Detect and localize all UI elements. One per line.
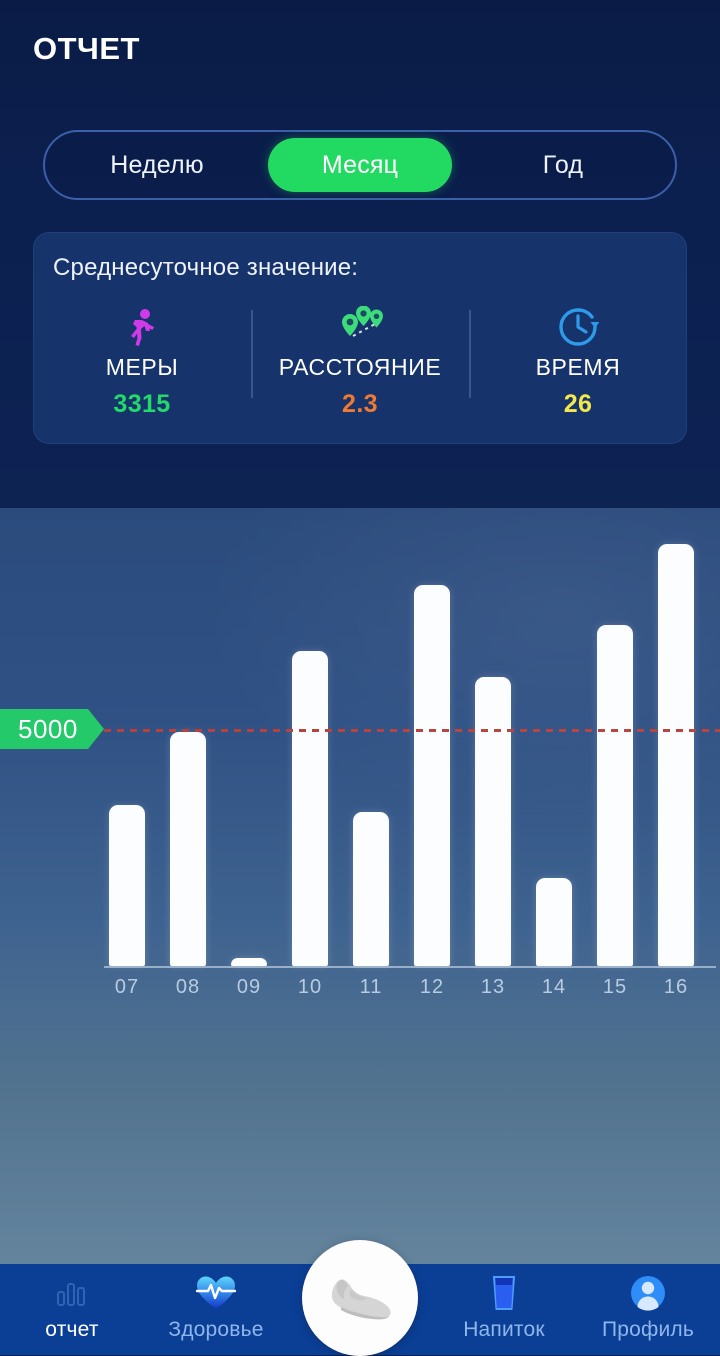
metric-time-label: ВРЕМЯ <box>535 354 621 380</box>
nav-item-health[interactable]: Здоровье <box>144 1264 288 1355</box>
metric-time-value: 26 <box>563 390 593 418</box>
chart-bar[interactable] <box>109 804 145 966</box>
clock-refresh-icon <box>557 306 599 348</box>
chart-bar[interactable] <box>597 624 633 966</box>
chart-x-label: 16 <box>663 976 689 998</box>
start-activity-button[interactable] <box>302 1240 418 1356</box>
chart-bar[interactable] <box>353 812 389 966</box>
bar-chart-icon <box>55 1272 89 1314</box>
chart-area: 5000 07080910111213141516 МЕРЫ КАЛОРИИ Р… <box>0 508 720 1264</box>
chart-x-label: 12 <box>419 976 445 998</box>
chart-x-label: 07 <box>114 976 140 998</box>
nav-label-health: Здоровье <box>168 1318 264 1341</box>
goal-badge: 5000 <box>0 709 104 749</box>
goal-badge-tip <box>87 709 104 749</box>
metric-distance-label: РАССТОЯНИЕ <box>278 354 442 380</box>
chart-bar[interactable] <box>475 677 511 966</box>
chart-x-label: 14 <box>541 976 567 998</box>
chart-x-label: 10 <box>297 976 323 998</box>
goal-badge-label: 5000 <box>0 709 88 749</box>
metric-distance-value: 2.3 <box>342 390 378 418</box>
person-icon <box>629 1272 667 1314</box>
chart-x-label: 09 <box>236 976 262 998</box>
nav-label-report: отчет <box>45 1318 99 1341</box>
heart-pulse-icon <box>195 1272 237 1314</box>
period-option-week[interactable]: Неделю <box>52 138 262 192</box>
nav-label-drink: Напиток <box>463 1318 545 1341</box>
metric-steps[interactable]: МЕРЫ 3315 <box>33 306 251 431</box>
page-title: ОТЧЕТ <box>33 31 140 66</box>
chart-x-label: 13 <box>480 976 506 998</box>
metric-time[interactable]: ВРЕМЯ 26 <box>469 306 687 431</box>
goal-line <box>104 729 720 732</box>
water-glass-icon <box>488 1272 520 1314</box>
top-panel: ОТЧЕТ Неделю Месяц Год Среднесуточное зн… <box>0 0 720 508</box>
nav-label-profile: Профиль <box>601 1318 695 1341</box>
chart-x-label: 11 <box>359 976 383 998</box>
chart-bar[interactable] <box>658 544 694 966</box>
average-daily-title: Среднесуточное значение: <box>53 254 359 281</box>
chart-bar[interactable] <box>292 651 328 966</box>
chart-bar[interactable] <box>170 731 206 966</box>
running-person-icon <box>126 306 158 348</box>
x-axis-line <box>104 966 716 968</box>
chart-bar[interactable] <box>536 878 572 966</box>
chart-bar[interactable] <box>231 958 267 966</box>
map-pins-icon <box>333 306 387 348</box>
shoe-icon <box>323 1267 397 1330</box>
chart-x-label: 15 <box>602 976 628 998</box>
period-switch[interactable]: Неделю Месяц Год <box>43 130 677 200</box>
period-option-month[interactable]: Месяц <box>268 138 452 192</box>
nav-item-profile[interactable]: Профиль <box>576 1264 720 1355</box>
metric-distance[interactable]: РАССТОЯНИЕ 2.3 <box>251 306 469 431</box>
period-option-year[interactable]: Год <box>458 138 668 192</box>
average-metrics-row: МЕРЫ 3315 РАССТОЯНИЕ 2.3 ВРЕМЯ 26 <box>33 306 687 431</box>
metric-steps-label: МЕРЫ <box>105 354 179 380</box>
nav-item-drink[interactable]: Напиток <box>432 1264 576 1355</box>
steps-bar-chart[interactable]: 5000 07 08 09 10 11 12 13 14 15 16 <box>0 508 720 1028</box>
nav-item-report[interactable]: отчет <box>0 1264 144 1355</box>
average-daily-card: Среднесуточное значение: МЕРЫ 3315 РАССТ… <box>33 232 687 444</box>
chart-x-label: 08 <box>175 976 201 998</box>
chart-bar[interactable] <box>414 584 450 966</box>
metric-steps-value: 3315 <box>113 390 171 418</box>
